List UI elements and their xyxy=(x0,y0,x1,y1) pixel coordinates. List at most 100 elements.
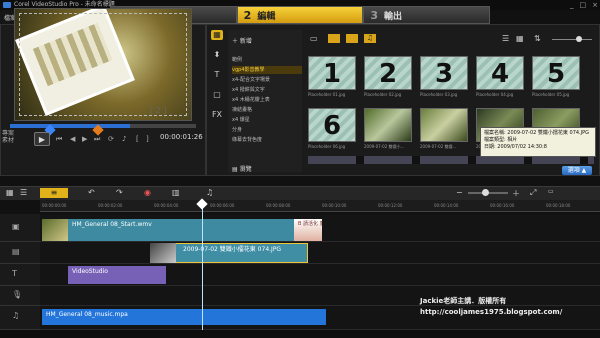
redo-icon[interactable]: ↷ xyxy=(116,188,123,198)
ruler-tick: 00:00:02:00 xyxy=(98,203,123,208)
media-thumbnail[interactable] xyxy=(364,108,412,142)
window-title: Corel VideoStudio Pro - 未命名標題 xyxy=(14,1,115,8)
record-capture-icon[interactable]: ◉ xyxy=(144,188,151,198)
overlay-track[interactable] xyxy=(40,242,600,264)
clip-mode[interactable]: 素材 xyxy=(2,137,14,144)
timeline-ruler[interactable] xyxy=(40,200,600,212)
fit-project-icon[interactable]: ⤢ xyxy=(530,188,536,198)
media-thumbnail[interactable]: 5 xyxy=(532,56,580,90)
project-mode[interactable]: 專案 xyxy=(2,130,14,137)
media-thumbnail[interactable] xyxy=(420,108,468,142)
music-track-icon[interactable]: ♫ xyxy=(12,311,19,320)
step-edit[interactable]: 2 編輯 xyxy=(236,6,364,24)
ruler-tick: 00:00:16:00 xyxy=(490,203,515,208)
folder-item[interactable]: 分身 xyxy=(232,126,302,134)
video-clip-end-thumbnail[interactable]: B 請活化 廣 xyxy=(294,219,322,241)
clip-thumbnail xyxy=(42,219,68,241)
overlay-track-icon[interactable]: ▤ xyxy=(12,247,20,256)
file-tooltip: 檔案名稱: 2009-07-02 雙鐵小擂花東 074.JPG 檔案類型: 相片… xyxy=(480,127,596,157)
app-icon xyxy=(3,2,11,8)
media-thumbnail[interactable]: 3 xyxy=(420,56,468,90)
repeat-icon[interactable]: ⟳ xyxy=(108,135,114,143)
music-clip[interactable]: HM_General 08_music.mpa xyxy=(42,309,326,325)
timecode-display[interactable]: 00:00:01:26 xyxy=(160,133,203,141)
sound-mixer-icon[interactable]: ▥ xyxy=(172,188,180,198)
timeline-view-icon[interactable]: ☰ xyxy=(20,188,27,198)
storyboard-view-icon[interactable]: ▦ xyxy=(6,188,14,198)
maximize-button[interactable]: □ xyxy=(580,1,587,9)
mark-in-icon[interactable]: [ xyxy=(136,135,139,143)
ruler-tick: 00:00:14:00 xyxy=(434,203,459,208)
step-number: 2 xyxy=(243,8,252,22)
library-category-bar: ▦ ⬍ T ▢ FX xyxy=(208,30,226,150)
tooltip-date: 日期: 2009/07/02 14:30:8 xyxy=(484,144,547,150)
folder-item[interactable]: 凍結畫格 xyxy=(232,106,302,114)
watermark-credit: Jackie老師主講．版權所有 xyxy=(420,297,507,305)
media-thumbnail[interactable]: 4 xyxy=(476,56,524,90)
playhead-line[interactable] xyxy=(202,200,203,330)
media-icon[interactable]: ▦ xyxy=(211,30,223,40)
auto-music-icon[interactable]: ♫ xyxy=(206,188,213,198)
undo-icon[interactable]: ↶ xyxy=(88,188,95,198)
placeholder-number: 4 xyxy=(490,59,510,89)
folder-item[interactable]: 範例 xyxy=(232,56,302,64)
thumbnail-size-slider[interactable] xyxy=(552,39,592,40)
microphone-icon[interactable]: 🎙 xyxy=(12,290,22,299)
ruler-tick: 00:00:00:00 xyxy=(42,203,67,208)
video-clip[interactable]: HM_General 08_Start.wmv xyxy=(68,219,310,241)
list-view-icon[interactable]: ☰ xyxy=(502,34,509,43)
filter-icon[interactable]: FX xyxy=(211,110,223,120)
thumbnail-view-icon[interactable]: ▦ xyxy=(516,34,524,43)
media-thumbnail[interactable]: 1 xyxy=(308,56,356,90)
close-button[interactable]: × xyxy=(592,1,598,9)
ruler-tick: 00:00:12:00 xyxy=(378,203,403,208)
step-share[interactable]: 3 輸出 xyxy=(363,6,491,24)
zoom-slider-thumb[interactable] xyxy=(482,189,489,196)
preview-window[interactable] xyxy=(14,8,192,121)
media-thumbnail[interactable]: 6 xyxy=(308,108,356,142)
previous-frame-icon[interactable]: ⏮ xyxy=(56,135,62,144)
play-button[interactable]: ▶ xyxy=(34,132,50,146)
folder-item[interactable]: x4-配合文字場景 xyxy=(232,76,302,84)
timeline-scrollbar[interactable] xyxy=(0,330,600,338)
folder-item[interactable]: x4 撥餅與文字 xyxy=(232,86,302,94)
media-caption: Placeholder 03.jpg xyxy=(420,92,458,97)
step-forward-icon[interactable]: ▶ xyxy=(82,135,87,143)
watermark: Jackie老師主講．版權所有 http://cooljames1975.blo… xyxy=(420,296,562,318)
ruler-tick: 00:00:08:00 xyxy=(266,203,291,208)
minimize-button[interactable]: _ xyxy=(570,1,574,9)
sort-icon[interactable]: ⇅ xyxy=(534,34,541,43)
transition-icon[interactable]: ⬍ xyxy=(211,50,223,60)
zoom-out-icon[interactable]: − xyxy=(456,188,463,198)
step-label: 輸出 xyxy=(384,11,403,22)
media-caption: 2009-07-02 雙鐵... xyxy=(420,144,457,149)
folder-item[interactable]: x4 爆星 xyxy=(232,116,302,124)
media-thumbnail[interactable]: 2 xyxy=(364,56,412,90)
folder-icon[interactable]: ▭ xyxy=(310,34,318,43)
show-video-icon[interactable] xyxy=(328,34,340,43)
zoom-in-icon[interactable]: ＋ xyxy=(512,188,520,198)
browse-button[interactable]: ▤ 瀏覽 xyxy=(232,164,252,173)
title-clip[interactable]: VideoStudio xyxy=(68,266,166,284)
video-track-icon[interactable]: ▣ xyxy=(12,222,20,231)
scrub-bar[interactable] xyxy=(10,124,196,128)
folder-item[interactable]: 綠幕去背色度 xyxy=(232,136,302,144)
placeholder-number: 3 xyxy=(434,59,454,89)
slider-thumb[interactable] xyxy=(576,36,582,42)
step-back-icon[interactable]: ◀ xyxy=(70,135,75,143)
next-frame-icon[interactable]: ⏭ xyxy=(94,135,100,144)
add-folder-button[interactable]: ＋ 新增 xyxy=(232,36,252,45)
options-button[interactable]: 選項 ▲ xyxy=(562,166,592,175)
mark-out-icon[interactable]: ] xyxy=(146,135,149,143)
track-manager-icon[interactable]: ≡ xyxy=(40,188,68,198)
show-audio-icon[interactable]: ♫ xyxy=(364,34,376,43)
title-icon[interactable]: T xyxy=(211,70,223,80)
show-photo-icon[interactable] xyxy=(346,34,358,43)
project-duration-icon: ▭ xyxy=(548,188,554,195)
graphic-icon[interactable]: ▢ xyxy=(211,90,223,100)
plus-icon: ＋ xyxy=(232,38,240,45)
folder-item[interactable]: x4 木桶花瓣上表 xyxy=(232,96,302,104)
volume-icon[interactable]: ♪ xyxy=(122,135,126,143)
title-track-icon[interactable]: T xyxy=(12,269,17,278)
folder-item-selected[interactable]: vgp4影音教學 xyxy=(232,66,302,74)
